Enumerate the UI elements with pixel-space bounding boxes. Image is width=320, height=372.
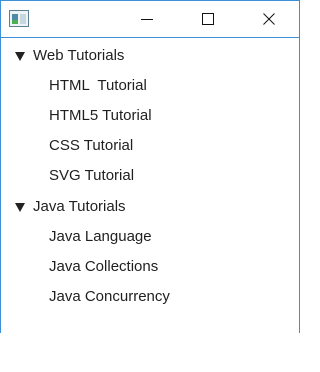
tree-item-svg-tutorial[interactable]: SVG Tutorial — [1, 161, 299, 191]
app-icon — [9, 10, 29, 27]
tree-node-label: Web Tutorials — [33, 47, 125, 64]
title-bar[interactable] — [1, 1, 299, 37]
maximize-icon — [202, 13, 214, 25]
expand-arrow-icon[interactable] — [15, 52, 25, 61]
tree-item-java-concurrency[interactable]: Java Concurrency — [1, 282, 299, 312]
tree-item-label: Java Language — [49, 228, 152, 245]
tree-item-label: Java Collections — [49, 258, 159, 275]
expand-arrow-icon[interactable] — [15, 203, 25, 212]
minimize-button[interactable] — [124, 1, 170, 37]
tree-node-label: Java Tutorials — [33, 198, 126, 215]
app-window: Web Tutorials HTML Tutorial HTML5 Tutori… — [0, 0, 300, 333]
tree-view[interactable]: Web Tutorials HTML Tutorial HTML5 Tutori… — [1, 37, 299, 333]
tree-item-html5-tutorial[interactable]: HTML5 Tutorial — [1, 101, 299, 131]
tree-item-label: SVG Tutorial — [49, 167, 135, 184]
tree-item-label: CSS Tutorial — [49, 137, 134, 154]
close-button[interactable] — [246, 1, 292, 37]
tree-node-web-tutorials[interactable]: Web Tutorials — [1, 41, 299, 71]
tree-item-java-language[interactable]: Java Language — [1, 222, 299, 252]
close-icon — [263, 13, 275, 25]
app-icon-pane-right — [20, 14, 26, 24]
minimize-icon — [141, 19, 153, 20]
tree-item-css-tutorial[interactable]: CSS Tutorial — [1, 131, 299, 161]
tree-item-label: Java Concurrency — [49, 288, 170, 305]
app-icon-accent — [12, 20, 18, 24]
maximize-button[interactable] — [185, 1, 231, 37]
tree-item-java-collections[interactable]: Java Collections — [1, 252, 299, 282]
tree-node-java-tutorials[interactable]: Java Tutorials — [1, 192, 299, 222]
tree-item-label: HTML Tutorial — [49, 77, 147, 94]
tree-item-html-tutorial[interactable]: HTML Tutorial — [1, 71, 299, 101]
tree-item-label: HTML5 Tutorial — [49, 107, 152, 124]
